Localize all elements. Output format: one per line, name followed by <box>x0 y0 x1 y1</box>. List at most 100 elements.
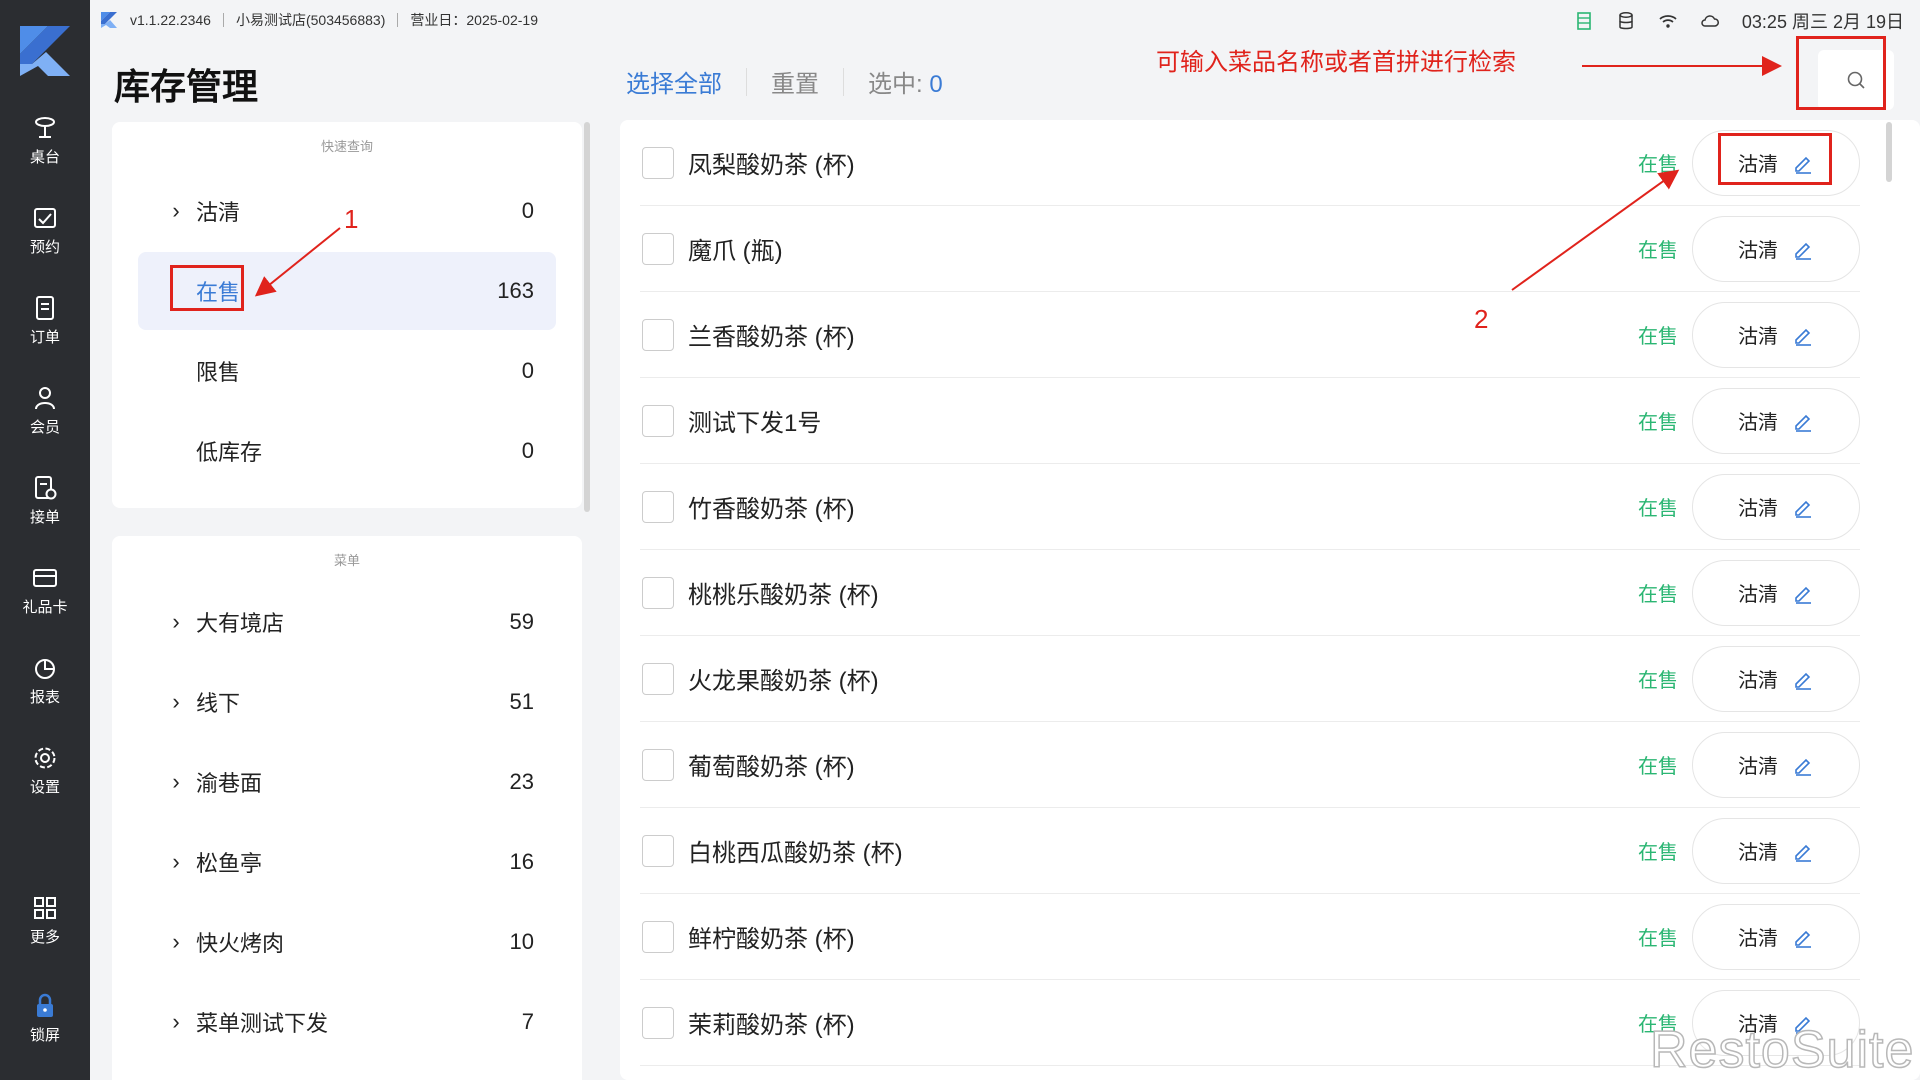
menu-category-row[interactable]: › 快火烤肉 10 <box>138 903 556 981</box>
menu-category-row[interactable]: › 线下 51 <box>138 663 556 741</box>
menu-category-row[interactable]: › 菜单测试下发 7 <box>138 983 556 1061</box>
sold-out-button[interactable]: 沽清 <box>1692 215 1860 282</box>
reset-button[interactable]: 重置 <box>771 64 819 99</box>
item-name: 凤梨酸奶茶 (杯) <box>688 152 855 179</box>
item-checkbox[interactable] <box>642 490 674 523</box>
nav-item-settings[interactable]: 设置 <box>0 730 90 810</box>
sold-out-button[interactable]: 沽清 <box>1692 301 1860 368</box>
quick-filter-row[interactable]: 低库存 0 <box>138 412 556 490</box>
divider <box>843 67 844 96</box>
item-name: 葡萄酸奶茶 (杯) <box>688 754 855 781</box>
edit-icon[interactable] <box>1792 668 1814 690</box>
row-count: 0 <box>521 358 534 383</box>
nav-item-lock[interactable]: 锁屏 <box>0 978 90 1058</box>
nav-item-label: 更多 <box>29 928 60 946</box>
cloud-icon[interactable] <box>1700 11 1720 31</box>
gift-card-icon <box>33 568 57 587</box>
sold-out-label: 沽清 <box>1738 670 1778 692</box>
status-badge: 在售 <box>1638 842 1678 864</box>
nav-item-member[interactable]: 会员 <box>0 370 90 450</box>
menu-caption: 菜单 <box>333 553 360 568</box>
nav-item-reservation[interactable]: 预约 <box>0 190 90 270</box>
row-label: 快火烤肉 <box>196 931 285 956</box>
row-count: 163 <box>497 278 534 303</box>
nav-item-label: 设置 <box>29 778 60 796</box>
chevron-right-icon[interactable]: › <box>164 849 188 875</box>
menu-category-row[interactable]: › 大有境店 59 <box>138 583 556 661</box>
lock-icon <box>37 993 53 1017</box>
item-checkbox[interactable] <box>642 318 674 351</box>
inventory-item-list: 凤梨酸奶茶 (杯) 在售 沽清 魔爪 (瓶) 在售 沽清 兰香酸奶茶 (杯) 在售 沽清 测试下发… <box>620 120 1920 1080</box>
item-checkbox[interactable] <box>642 662 674 695</box>
sold-out-button[interactable]: 沽清 <box>1692 387 1860 454</box>
business-day: 营业日：2025-02-19 <box>410 12 538 28</box>
clock: 03:25 周三 2月 19日 <box>1741 12 1904 32</box>
quick-filter-row[interactable]: 限售 0 <box>138 332 556 410</box>
chevron-right-icon[interactable]: › <box>164 1009 188 1035</box>
database-icon[interactable] <box>1616 11 1636 31</box>
nav-item-gift-card[interactable]: 礼品卡 <box>0 550 90 630</box>
chevron-right-icon[interactable]: › <box>164 929 188 955</box>
edit-icon[interactable] <box>1792 926 1814 948</box>
nav-item-more[interactable]: 更多 <box>0 880 90 960</box>
item-checkbox[interactable] <box>642 576 674 609</box>
item-checkbox[interactable] <box>642 404 674 437</box>
item-checkbox[interactable] <box>642 146 674 179</box>
edit-icon[interactable] <box>1792 324 1814 346</box>
nav-item-label: 订单 <box>29 328 60 346</box>
edit-icon[interactable] <box>1792 582 1814 604</box>
menu-category-row[interactable]: › 渝巷面 23 <box>138 743 556 821</box>
chevron-right-icon[interactable]: › <box>164 689 188 715</box>
edit-icon[interactable] <box>1792 238 1814 260</box>
sold-out-button[interactable]: 沽清 <box>1692 645 1860 712</box>
status-badge: 在售 <box>1638 154 1678 176</box>
sold-out-button[interactable]: 沽清 <box>1692 731 1860 798</box>
row-count: 10 <box>509 929 534 954</box>
status-badge: 在售 <box>1638 928 1678 950</box>
table-icon <box>35 116 55 138</box>
edit-icon[interactable] <box>1792 840 1814 862</box>
row-label: 松鱼亭 <box>196 851 263 876</box>
menu-category-row[interactable]: › 松鱼亭 16 <box>138 823 556 901</box>
nav-item-table[interactable]: 桌台 <box>0 100 90 180</box>
list-item: 火龙果酸奶茶 (杯) 在售 沽清 <box>640 636 1860 722</box>
divider <box>397 13 399 27</box>
item-checkbox[interactable] <box>642 834 674 867</box>
divider <box>222 13 224 27</box>
list-scrollbar[interactable] <box>1886 122 1892 182</box>
item-checkbox[interactable] <box>642 232 674 265</box>
annotation-frame-search <box>1796 36 1886 110</box>
item-checkbox[interactable] <box>642 748 674 781</box>
nav-item-report[interactable]: 报表 <box>0 640 90 720</box>
menu-panel: 菜单 › 大有境店 59 › 线下 51 › 渝巷面 23 › 松鱼亭 16 › 快火烤肉 10 › 菜单测试下… <box>112 536 582 1080</box>
row-label: 低库存 <box>196 440 263 465</box>
sold-out-button[interactable]: 沽清 <box>1692 903 1860 970</box>
sold-out-label: 沽清 <box>1738 240 1778 262</box>
status-badge: 在售 <box>1638 412 1678 434</box>
row-count: 0 <box>521 198 534 223</box>
nav-item-accept-order[interactable]: 接单 <box>0 460 90 540</box>
list-item: 桃桃乐酸奶茶 (杯) 在售 沽清 <box>640 550 1860 636</box>
page-title: 库存管理 <box>114 66 259 107</box>
quick-query-panel: 快速查询 › 沽清 0 在售 163 限售 0 低库存 0 <box>112 122 582 508</box>
printer-status-icon[interactable] <box>1574 11 1594 31</box>
select-all-button[interactable]: 选择全部 <box>626 64 722 99</box>
left-scrollbar[interactable] <box>584 122 590 512</box>
sold-out-button[interactable]: 沽清 <box>1692 559 1860 626</box>
sold-out-button[interactable]: 沽清 <box>1692 817 1860 884</box>
edit-icon[interactable] <box>1792 496 1814 518</box>
status-badge: 在售 <box>1638 498 1678 520</box>
wifi-icon[interactable] <box>1658 11 1678 31</box>
edit-icon[interactable] <box>1792 754 1814 776</box>
edit-icon[interactable] <box>1792 410 1814 432</box>
chevron-right-icon[interactable]: › <box>164 198 188 224</box>
chevron-right-icon[interactable]: › <box>164 769 188 795</box>
nav-item-order[interactable]: 订单 <box>0 280 90 360</box>
row-label: 限售 <box>196 360 241 385</box>
item-checkbox[interactable] <box>642 920 674 953</box>
chevron-right-icon[interactable]: › <box>164 609 188 635</box>
item-name: 魔爪 (瓶) <box>688 238 783 265</box>
sold-out-button[interactable]: 沽清 <box>1692 473 1860 540</box>
list-item: 魔爪 (瓶) 在售 沽清 <box>640 206 1860 292</box>
item-checkbox[interactable] <box>642 1006 674 1039</box>
